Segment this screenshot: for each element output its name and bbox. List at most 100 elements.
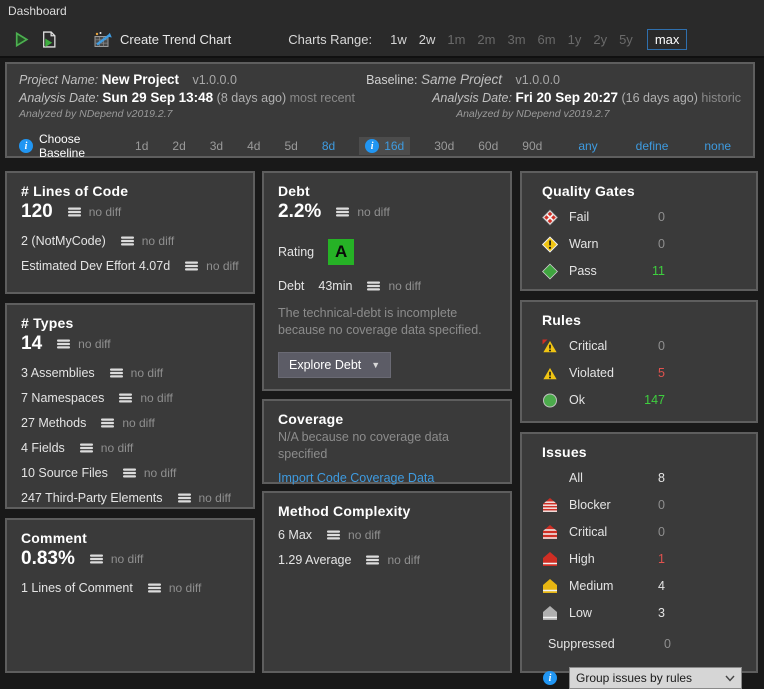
baseline-option-16d-label: 16d <box>384 139 404 153</box>
create-trend-chart-button[interactable]: Create Trend Chart <box>89 28 236 51</box>
no-diff-icon <box>56 339 72 349</box>
no-diff-icon <box>184 261 200 271</box>
types-value[interactable]: 14 <box>21 333 42 355</box>
fail-diamond-icon <box>542 209 558 226</box>
blocker-severity-icon <box>542 497 558 513</box>
no-diff-label: no diff <box>144 466 176 480</box>
baseline-option-none[interactable]: none <box>704 139 731 153</box>
quality-gate-row: Fail 0 <box>542 208 742 226</box>
high-severity-icon <box>542 551 558 567</box>
range-2y[interactable]: 2y <box>593 32 607 47</box>
baseline-option-4d[interactable]: 4d <box>247 139 260 153</box>
range-1w[interactable]: 1w <box>390 32 407 47</box>
low-label: Low <box>569 606 643 620</box>
no-diff-label: no diff <box>169 581 201 595</box>
ok-rules-label: Ok <box>569 393 643 407</box>
loc-value[interactable]: 120 <box>21 201 53 223</box>
toolbar: Create Trend Chart Charts Range: 1w 2w 1… <box>0 22 764 58</box>
baseline-option-90d[interactable]: 90d <box>522 139 542 153</box>
no-diff-indicator: no diff <box>79 441 133 455</box>
fail-count[interactable]: 0 <box>643 210 665 224</box>
quality-gate-row: Warn 0 <box>542 235 742 253</box>
trend-chart-icon <box>94 31 114 48</box>
all-issues-count[interactable]: 8 <box>643 471 665 485</box>
panel-title: # Lines of Code <box>21 183 239 199</box>
no-diff-indicator: no diff <box>118 391 172 405</box>
baseline-time: 20:27 <box>583 90 618 105</box>
baseline-option-2d[interactable]: 2d <box>172 139 185 153</box>
namespaces-row: 7 Namespaces <box>21 391 104 405</box>
warn-count[interactable]: 0 <box>643 237 665 251</box>
baseline-option-3d[interactable]: 3d <box>210 139 223 153</box>
suppressed-count[interactable]: 0 <box>649 637 671 651</box>
range-6m[interactable]: 6m <box>538 32 556 47</box>
baseline-date-label: Analysis Date: <box>432 91 512 105</box>
baseline-option-1d[interactable]: 1d <box>135 139 148 153</box>
project-name: New Project <box>102 72 179 87</box>
debt-note: The technical-debt is incomplete because… <box>278 305 496 339</box>
critical-rules-count[interactable]: 0 <box>643 339 665 353</box>
project-info: Project Name: New Project v1.0.0.0 Analy… <box>19 72 366 123</box>
notmycode-row: 2 (NotMyCode) <box>21 234 106 248</box>
run-analysis-button[interactable] <box>8 28 35 51</box>
issues-panel: Issues All 8 Blocker 0 Critical 0 High 1 <box>520 432 758 673</box>
range-1m[interactable]: 1m <box>447 32 465 47</box>
rating-badge[interactable]: A <box>328 239 354 265</box>
baseline-info: Baseline: Same Project v1.0.0.0 Analysis… <box>366 72 741 123</box>
no-diff-icon <box>366 281 382 291</box>
baseline-option-5d[interactable]: 5d <box>284 139 297 153</box>
baseline-option-define[interactable]: define <box>636 139 669 153</box>
no-diff-icon <box>122 468 138 478</box>
comment-value[interactable]: 0.83% <box>21 548 75 570</box>
rules-panel: Rules Critical 0 Violated 5 Ok 147 <box>520 300 758 423</box>
no-diff-label: no diff <box>206 259 238 273</box>
pass-count[interactable]: 11 <box>643 264 665 278</box>
panel-title: # Types <box>21 315 239 331</box>
range-2w[interactable]: 2w <box>419 32 436 47</box>
analyzed-by: Analyzed by NDepend v2019.2.7 <box>19 108 366 120</box>
charts-range-label: Charts Range: <box>288 32 372 47</box>
ok-rules-count[interactable]: 147 <box>643 393 665 407</box>
baseline-option-16d[interactable]: i16d <box>359 137 410 155</box>
debt-value[interactable]: 2.2% <box>278 201 321 223</box>
range-2m[interactable]: 2m <box>477 32 495 47</box>
violated-rules-count[interactable]: 5 <box>643 366 665 380</box>
blocker-count[interactable]: 0 <box>643 498 665 512</box>
baseline-label: Baseline: <box>366 73 417 87</box>
critical-severity-icon <box>542 524 558 540</box>
no-diff-icon <box>109 368 125 378</box>
baseline-option-8d[interactable]: 8d <box>322 139 335 153</box>
max-complexity-row: 6 Max <box>278 528 312 542</box>
range-3m[interactable]: 3m <box>507 32 525 47</box>
medium-label: Medium <box>569 579 643 593</box>
no-diff-icon <box>120 236 136 246</box>
panel-title: Method Complexity <box>278 503 496 519</box>
no-diff-icon <box>79 443 95 453</box>
range-5y[interactable]: 5y <box>619 32 633 47</box>
high-count[interactable]: 1 <box>643 552 665 566</box>
no-diff-icon <box>365 555 381 565</box>
medium-count[interactable]: 4 <box>643 579 665 593</box>
explore-debt-button[interactable]: Explore Debt ▼ <box>278 352 391 378</box>
no-diff-indicator: no diff <box>100 416 154 430</box>
import-coverage-link[interactable]: Import Code Coverage Data <box>278 471 434 485</box>
low-count[interactable]: 3 <box>643 606 665 620</box>
range-1y[interactable]: 1y <box>568 32 582 47</box>
play-icon <box>13 31 30 48</box>
range-max[interactable]: max <box>647 29 688 50</box>
choose-baseline-bar: i Choose Baseline 1d 2d 3d 4d 5d 8d i16d… <box>19 132 741 160</box>
avg-complexity-row: 1.29 Average <box>278 553 351 567</box>
no-diff-label: no diff <box>388 279 420 293</box>
run-analysis-on-file-button[interactable] <box>35 28 63 51</box>
no-diff-icon <box>147 583 163 593</box>
project-version: v1.0.0.0 <box>192 73 236 87</box>
issues-row: Critical 0 <box>542 523 742 541</box>
baseline-option-any[interactable]: any <box>578 139 597 153</box>
debt-row-value[interactable]: 43min <box>318 279 352 293</box>
baseline-option-30d[interactable]: 30d <box>434 139 454 153</box>
no-diff-icon <box>118 393 134 403</box>
baseline-option-60d[interactable]: 60d <box>478 139 498 153</box>
group-issues-dropdown[interactable]: Group issues by rules <box>569 667 742 689</box>
critical-issues-count[interactable]: 0 <box>643 525 665 539</box>
no-diff-indicator: no diff <box>335 205 389 219</box>
